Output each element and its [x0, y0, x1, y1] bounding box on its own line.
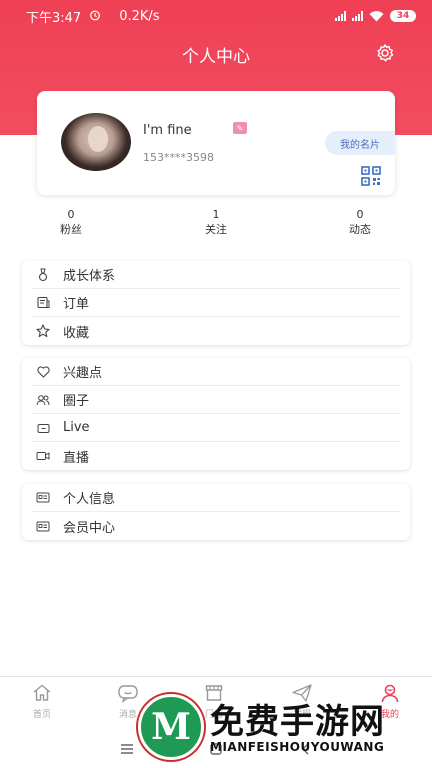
- star-icon: [36, 324, 50, 338]
- watermark-title: 免费手游网: [210, 702, 385, 742]
- watermark: M 免费手游网 MIANFEISHOUYOUWANG: [138, 690, 432, 768]
- edit-tag-icon[interactable]: ✎: [233, 122, 247, 134]
- watermark-logo: M: [138, 694, 204, 760]
- signal-icon: [352, 11, 363, 21]
- wifi-icon: [369, 10, 384, 22]
- menu-item-label: 个人信息: [63, 492, 116, 507]
- signal-icon: [335, 11, 346, 21]
- stats-bar: 0 粉丝 1 关注 0 动态: [0, 208, 432, 240]
- stat-posts[interactable]: 0 动态: [320, 208, 400, 238]
- menu-item-label: 兴趣点: [63, 366, 103, 381]
- qr-code-icon: [361, 166, 381, 186]
- profile-card: I'm fine ✎ 153****3598 我的名片: [37, 91, 395, 195]
- stat-fans[interactable]: 0 粉丝: [31, 208, 111, 238]
- menu-item-membership[interactable]: 会员中心: [32, 512, 400, 540]
- menu-icon[interactable]: [120, 740, 134, 759]
- menu-item-live[interactable]: Live: [32, 414, 400, 442]
- stat-value: 0: [356, 208, 364, 221]
- menu-item-label: 订单: [63, 297, 90, 312]
- heart-icon: [36, 365, 50, 379]
- stat-label: 动态: [349, 223, 371, 236]
- gear-icon: [377, 44, 394, 62]
- menu-item-label: 圈子: [63, 394, 90, 409]
- alarm-icon: [89, 9, 101, 24]
- stat-value: 1: [212, 208, 220, 221]
- order-icon: [36, 296, 50, 310]
- stat-value: 0: [67, 208, 75, 221]
- status-bar: 下午3:47 0.2K/s 34: [0, 0, 432, 32]
- nickname: I'm fine: [143, 123, 192, 138]
- menu-item-livestream[interactable]: 直播: [32, 442, 400, 470]
- menu-item-favorites[interactable]: 收藏: [32, 317, 400, 345]
- people-icon: [36, 393, 50, 407]
- menu-item-label: 直播: [63, 450, 90, 466]
- menu-item-circles[interactable]: 圈子: [32, 386, 400, 414]
- status-time: 下午3:47: [26, 10, 82, 26]
- menu-item-interests[interactable]: 兴趣点: [32, 358, 400, 386]
- video-icon: [36, 449, 50, 463]
- battery-icon: 34: [390, 10, 416, 22]
- stat-label: 粉丝: [60, 223, 82, 236]
- menu-item-label: 收藏: [63, 325, 90, 341]
- menu-item-label: Live: [63, 420, 90, 435]
- menu-item-label: 成长体系: [63, 269, 116, 284]
- network-speed: 0.2K/s: [119, 8, 160, 24]
- home-icon: [12, 683, 72, 705]
- nav-label: 首页: [32, 710, 51, 720]
- settings-button[interactable]: [374, 42, 396, 64]
- qr-code-button[interactable]: [361, 166, 381, 186]
- id-card-icon: [36, 519, 50, 533]
- menu-group-account: 成长体系 订单 收藏: [22, 261, 410, 345]
- tv-icon: [36, 421, 50, 435]
- menu-item-personal-info[interactable]: 个人信息: [32, 484, 400, 512]
- id-card-icon: [36, 491, 50, 505]
- medal-icon: [36, 268, 50, 282]
- watermark-subtitle: MIANFEISHOUYOUWANG: [210, 740, 385, 754]
- menu-item-orders[interactable]: 订单: [32, 289, 400, 317]
- menu-item-growth[interactable]: 成长体系: [32, 261, 400, 289]
- my-card-button[interactable]: 我的名片: [325, 131, 395, 155]
- page-title: 个人中心: [182, 47, 250, 67]
- nav-home[interactable]: 首页: [12, 683, 72, 720]
- phone-number: 153****3598: [143, 151, 214, 164]
- stat-following[interactable]: 1 关注: [176, 208, 256, 238]
- menu-item-label: 会员中心: [63, 520, 116, 536]
- menu-group-profile: 个人信息 会员中心: [22, 484, 410, 540]
- stat-label: 关注: [205, 223, 227, 236]
- menu-group-social: 兴趣点 圈子 Live 直播: [22, 358, 410, 470]
- avatar[interactable]: [61, 113, 131, 171]
